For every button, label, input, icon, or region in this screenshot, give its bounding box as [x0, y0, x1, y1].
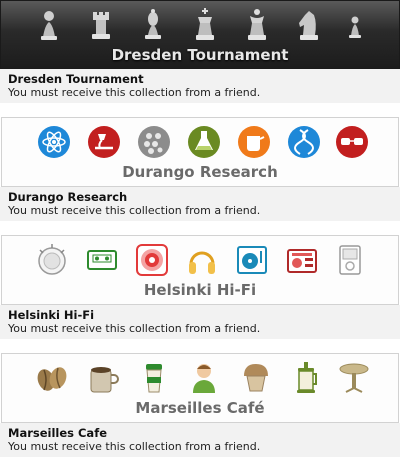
- collection-banner[interactable]: Dresden Tournament: [0, 0, 400, 69]
- icon-row: [2, 360, 398, 398]
- cassette-icon: [87, 250, 117, 270]
- collection-banner[interactable]: Durango Research: [1, 117, 399, 187]
- queen-icon: [248, 9, 266, 40]
- icon-row: [2, 124, 398, 162]
- collection-name: Helsinki Hi-Fi: [8, 308, 95, 322]
- icon-row: [1, 7, 399, 45]
- collection-description: You must receive this collection from a …: [8, 322, 261, 335]
- bishop-icon: [145, 9, 161, 39]
- collection-info: Dresden Tournament You must receive this…: [0, 69, 400, 103]
- headphones-icon: [189, 251, 215, 274]
- collection-info: Durango Research You must receive this c…: [0, 187, 400, 221]
- cafe-table-icon: [339, 363, 369, 393]
- goggles-icon: [336, 126, 368, 158]
- banner-title: Dresden Tournament: [111, 46, 289, 64]
- collection-description: You must receive this collection from a …: [8, 86, 261, 99]
- banner-title: Helsinki Hi-Fi: [143, 281, 257, 299]
- music-player-icon: [339, 245, 361, 275]
- collection-banner[interactable]: Marseilles Café: [1, 353, 399, 423]
- french-press-icon: [297, 362, 317, 393]
- dna-icon: [288, 126, 320, 158]
- collection-name: Durango Research: [8, 190, 128, 204]
- collection-name: Dresden Tournament: [8, 72, 144, 86]
- collection-description: You must receive this collection from a …: [8, 204, 261, 217]
- molecule-icon: [138, 126, 170, 158]
- speaker-icon: [136, 244, 168, 276]
- knight-icon: [299, 11, 318, 40]
- collection-marseilles-cafe[interactable]: Marseilles Café Marseilles Cafe You must…: [0, 353, 400, 457]
- collection-info: Helsinki Hi-Fi You must receive this col…: [0, 305, 400, 339]
- collection-dresden-tournament[interactable]: Dresden Tournament Dresden Tournament Yo…: [0, 0, 400, 103]
- coffee-cup-icon: [146, 364, 162, 393]
- cafe-mug-icon: [90, 367, 119, 393]
- boombox-icon: [287, 249, 317, 273]
- barista-icon: [193, 364, 215, 393]
- collection-description: You must receive this collection from a …: [8, 440, 261, 453]
- microscope-icon: [88, 126, 120, 158]
- banner-title: Durango Research: [122, 163, 278, 181]
- collection-banner[interactable]: Helsinki Hi-Fi: [1, 235, 399, 305]
- coffee-beans-icon: [37, 367, 67, 391]
- icon-row: [2, 242, 398, 280]
- pawn-icon: [41, 11, 57, 40]
- collection-name: Marseilles Cafe: [8, 426, 107, 440]
- collection-helsinki-hifi[interactable]: Helsinki Hi-Fi Helsinki Hi-Fi You must r…: [0, 235, 400, 339]
- flask-icon: [188, 126, 220, 158]
- banner-title: Marseilles Café: [135, 399, 265, 417]
- collection-info: Marseilles Cafe You must receive this co…: [0, 423, 400, 457]
- atom-icon: [38, 126, 70, 158]
- king-icon: [196, 8, 214, 40]
- rook-icon: [92, 12, 110, 39]
- knob-icon: [38, 244, 66, 275]
- turntable-icon: [237, 246, 267, 274]
- pawn-small-icon: [349, 16, 361, 38]
- collection-durango-research[interactable]: Durango Research Durango Research You mu…: [0, 117, 400, 221]
- muffin-icon: [244, 364, 268, 392]
- beaker-icon: [238, 126, 270, 158]
